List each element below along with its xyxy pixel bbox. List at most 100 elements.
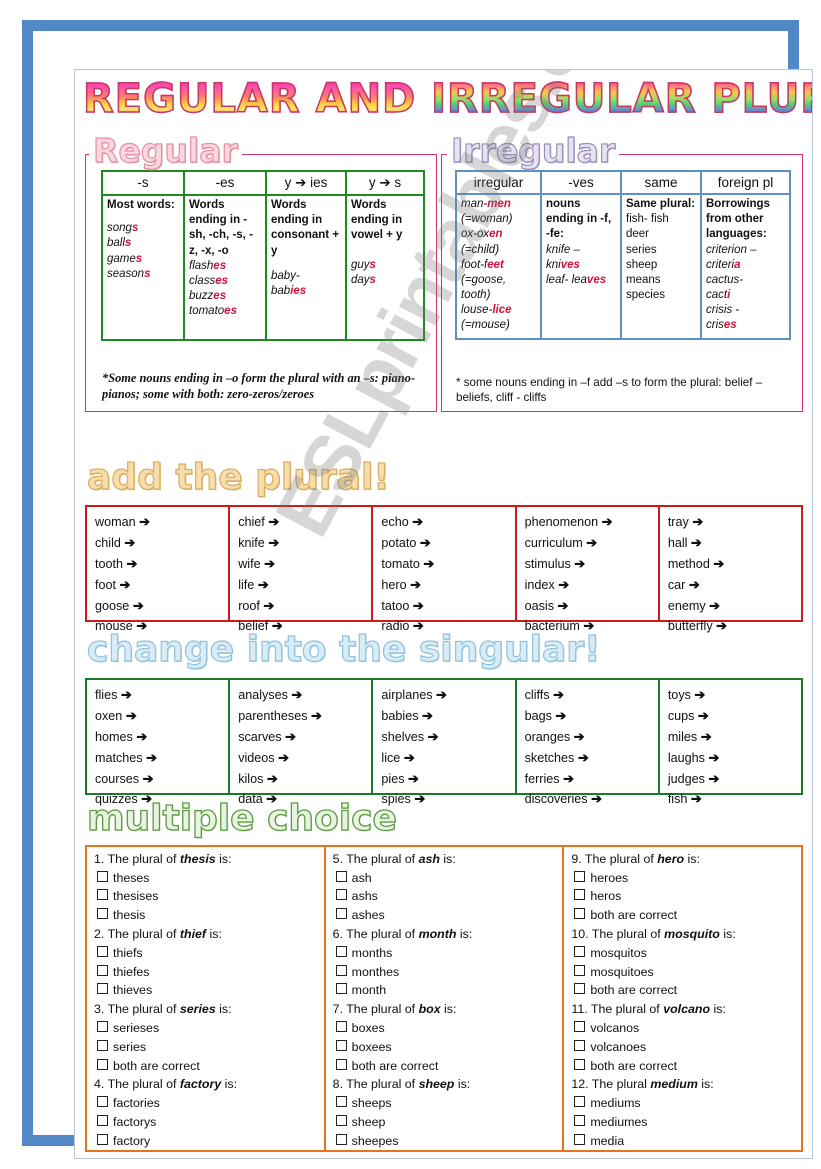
checkbox-icon[interactable] (574, 1020, 586, 1032)
exercise-item[interactable]: oasis ➔ (525, 596, 654, 617)
checkbox-icon[interactable] (574, 870, 586, 882)
exercise-item[interactable]: phenomenon ➔ (525, 512, 654, 533)
exercise-item[interactable]: hero ➔ (381, 575, 510, 596)
exercise-item[interactable]: judges ➔ (668, 769, 797, 790)
answer-option[interactable]: volcanos (571, 1019, 797, 1038)
exercise-item[interactable]: tatoo ➔ (381, 596, 510, 617)
checkbox-icon[interactable] (97, 870, 108, 882)
answer-option[interactable]: both are correct (333, 1057, 559, 1076)
checkbox-icon[interactable] (574, 1058, 586, 1070)
exercise-item[interactable]: potato ➔ (381, 533, 510, 554)
checkbox-icon[interactable] (335, 1020, 347, 1032)
exercise-item[interactable]: wife ➔ (238, 554, 367, 575)
checkbox-icon[interactable] (574, 1114, 586, 1126)
answer-option[interactable]: thiefs (94, 944, 320, 963)
checkbox-icon[interactable] (97, 1039, 108, 1051)
exercise-item[interactable]: fish ➔ (668, 789, 797, 810)
answer-option[interactable]: mosquitos (571, 944, 797, 963)
exercise-item[interactable]: airplanes ➔ (381, 685, 510, 706)
exercise-item[interactable]: matches ➔ (95, 748, 224, 769)
exercise-item[interactable]: shelves ➔ (381, 727, 510, 748)
answer-option[interactable]: thesis (94, 906, 320, 925)
answer-option[interactable]: thieves (94, 981, 320, 1000)
exercise-item[interactable]: homes ➔ (95, 727, 224, 748)
exercise-item[interactable]: enemy ➔ (668, 596, 797, 617)
exercise-item[interactable]: oxen ➔ (95, 706, 224, 727)
answer-option[interactable]: months (333, 944, 559, 963)
answer-option[interactable]: thesises (94, 887, 320, 906)
checkbox-icon[interactable] (97, 964, 108, 976)
answer-option[interactable]: sheep (333, 1113, 559, 1132)
answer-option[interactable]: media (571, 1132, 797, 1151)
exercise-item[interactable]: child ➔ (95, 533, 224, 554)
exercise-item[interactable]: videos ➔ (238, 748, 367, 769)
answer-option[interactable]: ash (333, 869, 559, 888)
exercise-item[interactable]: bags ➔ (525, 706, 654, 727)
checkbox-icon[interactable] (574, 908, 586, 920)
checkbox-icon[interactable] (335, 983, 347, 995)
exercise-item[interactable]: cups ➔ (668, 706, 797, 727)
answer-option[interactable]: boxees (333, 1038, 559, 1057)
checkbox-icon[interactable] (335, 1096, 347, 1108)
checkbox-icon[interactable] (335, 1133, 347, 1145)
answer-option[interactable]: thiefes (94, 963, 320, 982)
checkbox-icon[interactable] (97, 945, 108, 957)
checkbox-icon[interactable] (97, 1058, 108, 1070)
checkbox-icon[interactable] (574, 1096, 586, 1108)
checkbox-icon[interactable] (335, 945, 347, 957)
answer-option[interactable]: both are correct (571, 906, 797, 925)
exercise-item[interactable]: tooth ➔ (95, 554, 224, 575)
exercise-item[interactable]: parentheses ➔ (238, 706, 367, 727)
exercise-item[interactable]: babies ➔ (381, 706, 510, 727)
answer-option[interactable]: ashes (333, 906, 559, 925)
exercise-item[interactable]: echo ➔ (381, 512, 510, 533)
answer-option[interactable]: heroes (571, 869, 797, 888)
exercise-item[interactable]: miles ➔ (668, 727, 797, 748)
exercise-item[interactable]: ferries ➔ (525, 769, 654, 790)
checkbox-icon[interactable] (574, 983, 586, 995)
exercise-item[interactable]: chief ➔ (238, 512, 367, 533)
checkbox-icon[interactable] (97, 1114, 108, 1126)
answer-option[interactable]: mosquitoes (571, 963, 797, 982)
exercise-item[interactable]: courses ➔ (95, 769, 224, 790)
checkbox-icon[interactable] (335, 1058, 347, 1070)
answer-option[interactable]: factorys (94, 1113, 320, 1132)
answer-option[interactable]: theses (94, 869, 320, 888)
exercise-item[interactable]: hall ➔ (668, 533, 797, 554)
answer-option[interactable]: both are correct (571, 1057, 797, 1076)
checkbox-icon[interactable] (97, 889, 108, 901)
checkbox-icon[interactable] (574, 889, 586, 901)
exercise-item[interactable]: tray ➔ (668, 512, 797, 533)
answer-option[interactable]: monthes (333, 963, 559, 982)
checkbox-icon[interactable] (574, 964, 586, 976)
exercise-item[interactable]: discoveries ➔ (525, 789, 654, 810)
answer-option[interactable]: factory (94, 1132, 320, 1151)
exercise-item[interactable]: curriculum ➔ (525, 533, 654, 554)
answer-option[interactable]: factories (94, 1094, 320, 1113)
checkbox-icon[interactable] (97, 983, 108, 995)
exercise-item[interactable]: analyses ➔ (238, 685, 367, 706)
exercise-item[interactable]: cliffs ➔ (525, 685, 654, 706)
answer-option[interactable]: both are correct (571, 981, 797, 1000)
exercise-item[interactable]: laughs ➔ (668, 748, 797, 769)
checkbox-icon[interactable] (335, 908, 347, 920)
exercise-item[interactable]: pies ➔ (381, 769, 510, 790)
exercise-item[interactable]: kilos ➔ (238, 769, 367, 790)
exercise-item[interactable]: tomato ➔ (381, 554, 510, 575)
exercise-item[interactable]: scarves ➔ (238, 727, 367, 748)
answer-option[interactable]: sheeps (333, 1094, 559, 1113)
answer-option[interactable]: boxes (333, 1019, 559, 1038)
exercise-item[interactable]: butterfly ➔ (668, 616, 797, 637)
exercise-item[interactable]: spies ➔ (381, 789, 510, 810)
answer-option[interactable]: ashs (333, 887, 559, 906)
exercise-item[interactable]: sketches ➔ (525, 748, 654, 769)
exercise-item[interactable]: toys ➔ (668, 685, 797, 706)
checkbox-icon[interactable] (97, 908, 108, 920)
exercise-item[interactable]: foot ➔ (95, 575, 224, 596)
exercise-item[interactable]: life ➔ (238, 575, 367, 596)
answer-option[interactable]: month (333, 981, 559, 1000)
exercise-item[interactable]: goose ➔ (95, 596, 224, 617)
exercise-item[interactable]: method ➔ (668, 554, 797, 575)
exercise-item[interactable]: knife ➔ (238, 533, 367, 554)
answer-option[interactable]: sheepes (333, 1132, 559, 1151)
